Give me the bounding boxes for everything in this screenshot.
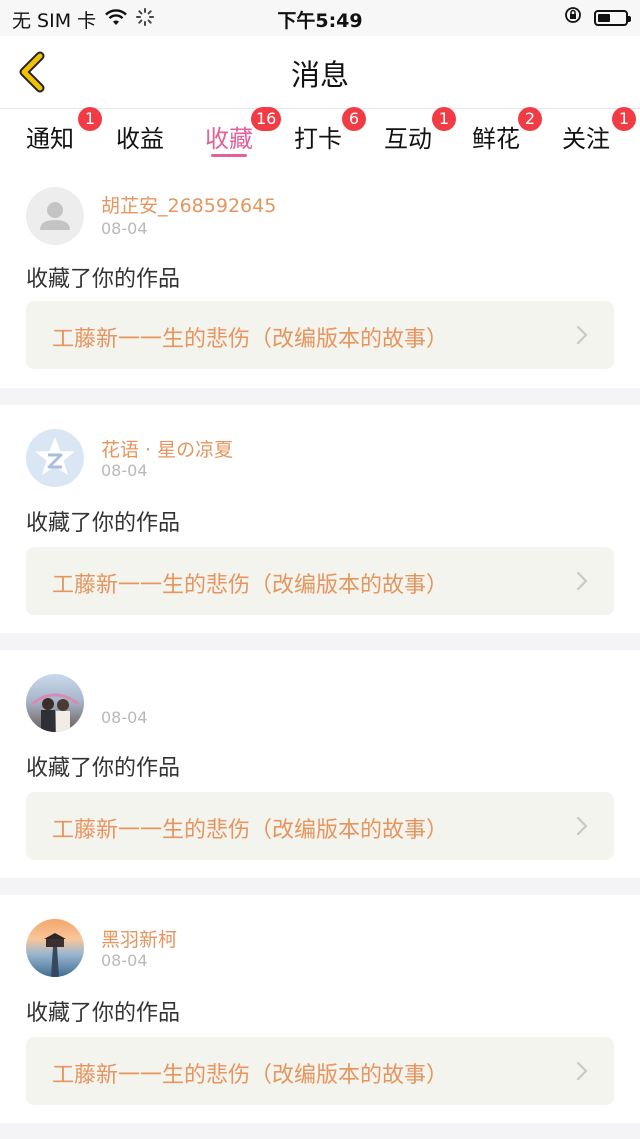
message-date: 08-04 [101, 219, 148, 238]
work-title: 工藤新一一生的悲伤（改编版本的故事） [52, 1063, 449, 1088]
work-link[interactable]: 工藤新一一生的悲伤（改编版本的故事） [26, 547, 614, 615]
avatar[interactable] [26, 919, 84, 977]
message-action: 收藏了你的作品 [26, 1001, 181, 1026]
chevron-right-icon [576, 1061, 588, 1081]
work-link[interactable]: 工藤新一一生的悲伤（改编版本的故事） [26, 1037, 614, 1105]
count-badge: 1 [612, 107, 636, 131]
tab-label: 收藏 [205, 125, 253, 153]
tab-label: 鲜花 [472, 125, 520, 153]
work-link[interactable]: 工藤新一一生的悲伤（改编版本的故事） [26, 301, 614, 369]
battery-icon [594, 9, 631, 26]
message-date: 08-04 [101, 708, 148, 727]
chevron-right-icon [576, 571, 588, 591]
message-tabs: 通知 1 收益 收藏 16 打卡 6 互动 1 鲜花 2 关注 1 [0, 107, 640, 167]
tab-flowers[interactable]: 鲜花 2 [472, 107, 542, 165]
count-badge: 1 [78, 107, 102, 131]
tab-label: 互动 [384, 125, 432, 153]
avatar[interactable] [26, 187, 84, 245]
orientation-lock-icon [564, 6, 582, 29]
nav-bar: 消息 [0, 36, 640, 109]
active-tab-indicator [211, 154, 247, 157]
user-name[interactable]: 花语 · 星の凉夏 [101, 435, 233, 462]
tab-earnings[interactable]: 收益 [116, 115, 164, 165]
page-title: 消息 [290, 58, 349, 92]
chevron-right-icon [576, 816, 588, 836]
user-photo-icon [31, 693, 79, 732]
work-title: 工藤新一一生的悲伤（改编版本的故事） [52, 327, 449, 352]
status-time: 下午5:49 [277, 10, 363, 32]
avatar[interactable] [26, 429, 84, 487]
work-link[interactable]: 工藤新一一生的悲伤（改编版本的故事） [26, 792, 614, 860]
message-card: 08-04 收藏了你的作品 工藤新一一生的悲伤（改编版本的故事） [0, 650, 640, 878]
message-card: 胡芷安_268592645 08-04 收藏了你的作品 工藤新一一生的悲伤（改编… [0, 167, 640, 388]
tab-interaction[interactable]: 互动 1 [384, 107, 456, 165]
tab-favorites[interactable]: 收藏 16 [205, 107, 282, 165]
tab-notifications[interactable]: 通知 1 [26, 107, 102, 165]
tab-label: 通知 [26, 125, 74, 153]
status-bar: 无 SIM 卡 下午5:49 [0, 0, 640, 36]
tab-label: 收益 [116, 125, 164, 153]
message-action: 收藏了你的作品 [26, 511, 181, 536]
user-name[interactable]: 胡芷安_268592645 [101, 191, 276, 218]
message-card: 黑羽新柯 08-04 收藏了你的作品 工藤新一一生的悲伤（改编版本的故事） [0, 895, 640, 1123]
work-title: 工藤新一一生的悲伤（改编版本的故事） [52, 573, 449, 598]
chevron-right-icon [576, 325, 588, 345]
tab-label: 打卡 [294, 125, 342, 153]
avatar[interactable] [26, 674, 84, 732]
count-badge: 1 [432, 107, 456, 131]
count-badge: 16 [251, 107, 282, 131]
user-name[interactable]: 黑羽新柯 [101, 925, 177, 952]
default-user-icon [40, 202, 70, 230]
message-date: 08-04 [101, 951, 148, 970]
message-card: 花语 · 星の凉夏 08-04 收藏了你的作品 工藤新一一生的悲伤（改编版本的故… [0, 405, 640, 633]
qzone-star-icon [35, 437, 75, 475]
message-action: 收藏了你的作品 [26, 756, 181, 781]
user-photo-icon [44, 933, 66, 977]
count-badge: 2 [518, 107, 542, 131]
message-date: 08-04 [101, 461, 148, 480]
tab-label: 关注 [562, 125, 610, 153]
work-title: 工藤新一一生的悲伤（改编版本的故事） [52, 818, 449, 843]
tab-checkin[interactable]: 打卡 6 [294, 107, 366, 165]
count-badge: 6 [342, 107, 366, 131]
message-action: 收藏了你的作品 [26, 267, 181, 292]
tab-follows[interactable]: 关注 1 [562, 107, 636, 165]
